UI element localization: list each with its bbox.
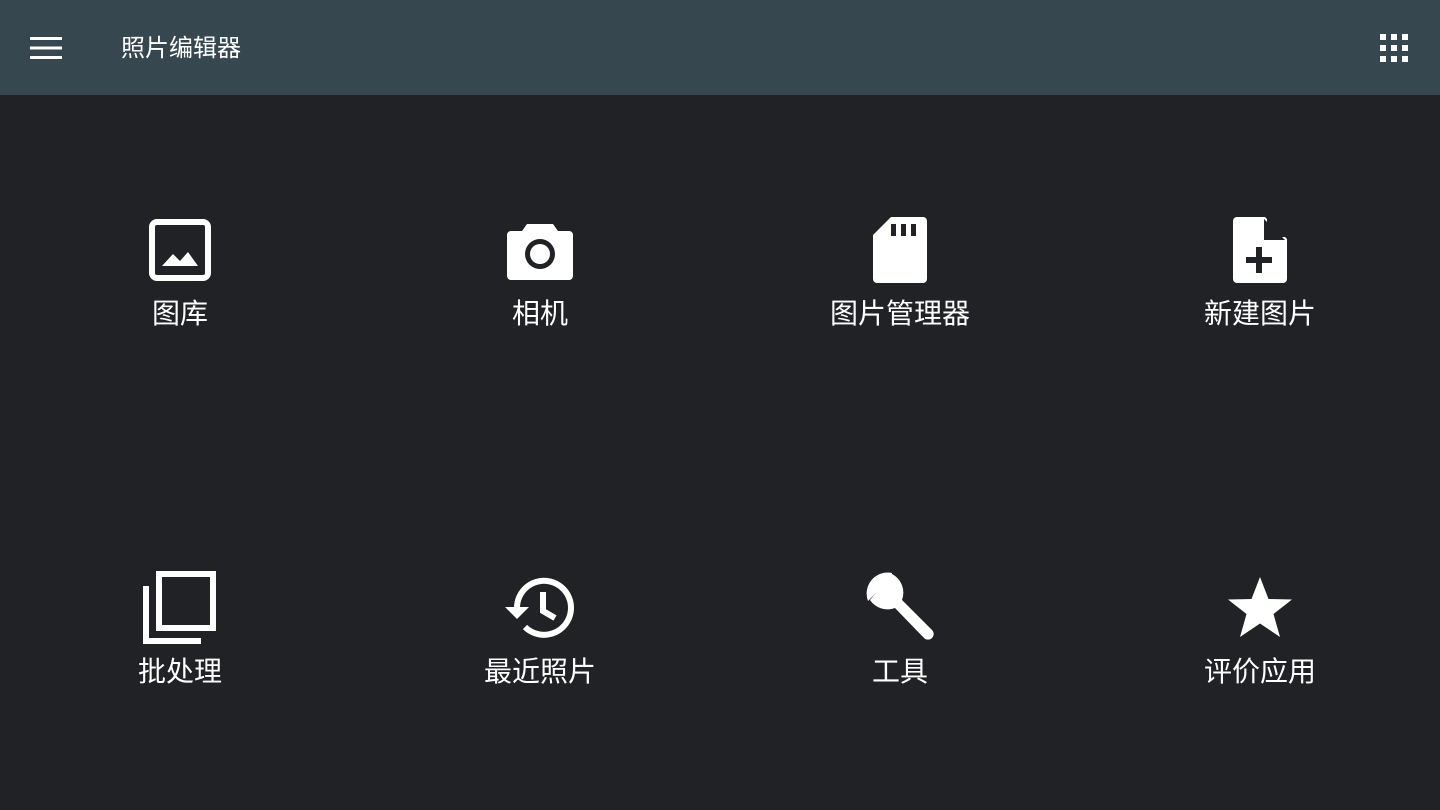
- app-title: 照片编辑器: [121, 34, 241, 62]
- camera-icon: [507, 224, 573, 280]
- tile-image-manager[interactable]: 图片管理器: [780, 210, 1020, 390]
- history-icon: [505, 577, 574, 638]
- tile-label: 工具: [871, 655, 928, 688]
- tile-label: 图库: [151, 297, 208, 330]
- menu-icon: [30, 37, 62, 59]
- tile-new-image[interactable]: 新建图片: [1140, 210, 1380, 390]
- apps-grid-button[interactable]: [1364, 18, 1424, 78]
- app-bar: 照片编辑器: [0, 0, 1440, 95]
- sd-card-icon: [873, 217, 927, 283]
- tile-label: 相机: [511, 297, 568, 330]
- tile-label: 图片管理器: [829, 297, 970, 330]
- tile-camera[interactable]: 相机: [420, 210, 660, 390]
- tile-recent[interactable]: 最近照片: [420, 568, 660, 748]
- tile-label: 评价应用: [1203, 655, 1316, 688]
- tile-rate-app[interactable]: 评价应用: [1140, 568, 1380, 748]
- tile-label: 批处理: [137, 655, 222, 688]
- tile-tools[interactable]: 工具: [780, 568, 1020, 748]
- image-icon: [149, 219, 211, 281]
- wrench-icon: [866, 572, 934, 640]
- tile-label: 新建图片: [1203, 297, 1316, 330]
- star-icon: [1228, 577, 1292, 637]
- tile-gallery[interactable]: 图库: [60, 210, 300, 390]
- note-add-icon: [1233, 217, 1287, 283]
- apps-grid-icon: [1380, 34, 1408, 62]
- home-grid: 图库 相机 图片管理器 新建图片 批处理 最近照片 工具 评价应用: [0, 95, 1440, 810]
- tile-label: 最近照片: [483, 655, 596, 688]
- tile-batch[interactable]: 批处理: [60, 568, 300, 748]
- filter-none-icon: [143, 571, 216, 644]
- menu-button[interactable]: [16, 18, 76, 78]
